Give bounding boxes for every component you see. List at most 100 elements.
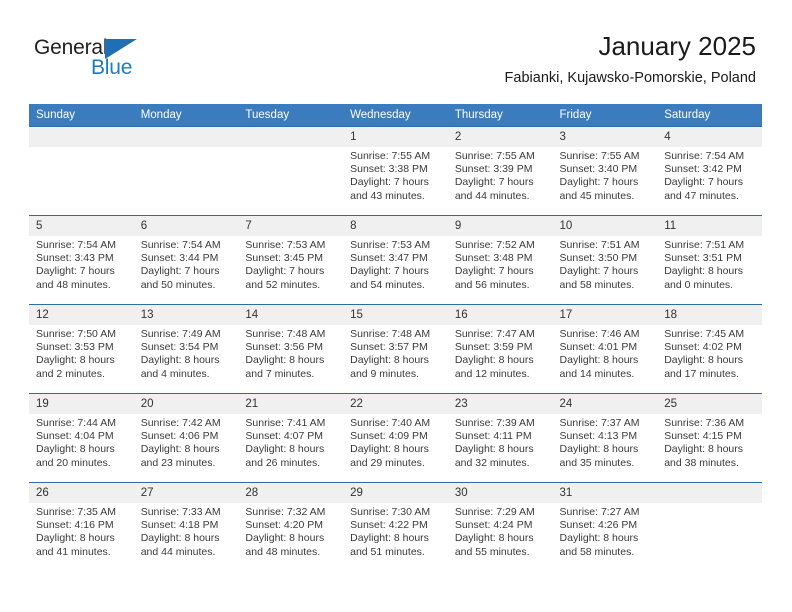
- day-number: 26: [29, 483, 134, 503]
- calendar-day-cell[interactable]: 4 Sunrise: 7:54 AM Sunset: 3:42 PM Daylight…: [657, 126, 762, 216]
- calendar-day-cell[interactable]: 22 Sunrise: 7:40 AM Sunset: 4:09 PM Dayligh…: [343, 393, 448, 483]
- daylight-text-line1: Daylight: 7 hours: [664, 176, 744, 189]
- sunset-text: Sunset: 3:56 PM: [245, 341, 324, 354]
- sunrise-text: Sunrise: 7:53 AM: [245, 239, 326, 251]
- daylight-text-line2: and 14 minutes.: [559, 367, 635, 380]
- sunrise-text: Sunrise: 7:48 AM: [245, 328, 326, 340]
- daylight-text-line1: Daylight: 8 hours: [559, 443, 639, 456]
- calendar-day-cell[interactable]: 7 Sunrise: 7:53 AM Sunset: 3:45 PM Daylight…: [238, 215, 344, 305]
- sunset-text: Sunset: 4:02 PM: [664, 341, 742, 354]
- day-number: 25: [657, 394, 762, 414]
- day-number: 27: [133, 483, 239, 503]
- calendar-day-cell[interactable]: 23 Sunrise: 7:39 AM Sunset: 4:11 PM Dayligh…: [447, 393, 553, 483]
- calendar-page: General Blue January 2025 Fabianki, Kuja…: [0, 0, 792, 612]
- calendar-day-cell[interactable]: 26 Sunrise: 7:35 AM Sunset: 4:16 PM Dayligh…: [29, 482, 134, 572]
- day-sun-details: Sunrise: 7:41 AM Sunset: 4:07 PM Daylight:…: [238, 414, 343, 470]
- day-number: 14: [238, 305, 344, 325]
- sunrise-text: Sunrise: 7:37 AM: [559, 417, 640, 429]
- sunset-text: Sunset: 3:39 PM: [454, 163, 533, 176]
- daylight-text-line1: Daylight: 7 hours: [245, 265, 325, 278]
- day-number: 18: [657, 305, 762, 325]
- day-sun-details: Sunrise: 7:40 AM Sunset: 4:09 PM Daylight:…: [343, 414, 448, 470]
- calendar-day-cell[interactable]: 24 Sunrise: 7:37 AM Sunset: 4:13 PM Dayligh…: [552, 393, 658, 483]
- sunrise-text: Sunrise: 7:53 AM: [350, 239, 431, 251]
- daylight-text-line2: and 50 minutes.: [140, 278, 216, 291]
- daylight-text-line1: Daylight: 8 hours: [245, 443, 325, 456]
- calendar-day-cell[interactable]: 21 Sunrise: 7:41 AM Sunset: 4:07 PM Dayligh…: [238, 393, 344, 483]
- calendar-day-cell[interactable]: 11 Sunrise: 7:51 AM Sunset: 3:51 PM Dayligh…: [657, 215, 762, 305]
- daylight-text-line2: and 54 minutes.: [350, 278, 425, 291]
- calendar-day-cell[interactable]: 18 Sunrise: 7:45 AM Sunset: 4:02 PM Dayligh…: [657, 304, 762, 394]
- day-sun-details: Sunrise: 7:30 AM Sunset: 4:22 PM Daylight:…: [343, 503, 448, 559]
- weekday-header-wednesday: Wednesday: [343, 104, 448, 127]
- calendar-day-cell[interactable]: 17 Sunrise: 7:46 AM Sunset: 4:01 PM Dayligh…: [552, 304, 658, 394]
- daylight-text-line2: and 32 minutes.: [454, 456, 530, 469]
- day-number: 19: [29, 394, 134, 414]
- day-sun-details: Sunrise: 7:33 AM Sunset: 4:18 PM Daylight:…: [134, 503, 239, 559]
- daylight-text-line2: and 23 minutes.: [140, 456, 216, 469]
- calendar-day-cell[interactable]: 6 Sunrise: 7:54 AM Sunset: 3:44 PM Daylight…: [133, 215, 239, 305]
- sunrise-text: Sunrise: 7:42 AM: [140, 417, 221, 429]
- sunrise-text: Sunrise: 7:51 AM: [664, 239, 745, 251]
- calendar-day-cell[interactable]: 14 Sunrise: 7:48 AM Sunset: 3:56 PM Dayligh…: [238, 304, 344, 394]
- calendar-day-cell[interactable]: 2 Sunrise: 7:55 AM Sunset: 3:39 PM Daylight…: [447, 126, 553, 216]
- calendar-day-cell[interactable]: 13 Sunrise: 7:49 AM Sunset: 3:54 PM Dayligh…: [133, 304, 239, 394]
- sunrise-text: Sunrise: 7:30 AM: [350, 506, 431, 518]
- calendar-day-cell[interactable]: 9 Sunrise: 7:52 AM Sunset: 3:48 PM Daylight…: [447, 215, 553, 305]
- day-number: 10: [552, 216, 658, 236]
- day-number: 2: [447, 127, 553, 147]
- calendar-day-cell[interactable]: 27 Sunrise: 7:33 AM Sunset: 4:18 PM Dayligh…: [133, 482, 239, 572]
- calendar-day-cell[interactable]: 8 Sunrise: 7:53 AM Sunset: 3:47 PM Daylight…: [343, 215, 448, 305]
- day-number: [133, 127, 239, 147]
- day-sun-details: Sunrise: 7:29 AM Sunset: 4:24 PM Daylight:…: [448, 503, 553, 559]
- day-sun-details: Sunrise: 7:48 AM Sunset: 3:56 PM Daylight:…: [238, 325, 343, 381]
- day-number: 29: [343, 483, 448, 503]
- day-number: 21: [238, 394, 344, 414]
- calendar-week-row: 1 Sunrise: 7:55 AM Sunset: 3:38 PM Daylight…: [29, 126, 762, 216]
- calendar-day-cell[interactable]: 1 Sunrise: 7:55 AM Sunset: 3:38 PM Daylight…: [343, 126, 448, 216]
- calendar-day-cell[interactable]: 30 Sunrise: 7:29 AM Sunset: 4:24 PM Dayligh…: [447, 482, 553, 572]
- daylight-text-line2: and 35 minutes.: [559, 456, 635, 469]
- calendar-day-cell[interactable]: 12 Sunrise: 7:50 AM Sunset: 3:53 PM Dayligh…: [29, 304, 134, 394]
- day-number: 12: [29, 305, 134, 325]
- day-sun-details: Sunrise: 7:53 AM Sunset: 3:45 PM Daylight:…: [238, 236, 343, 292]
- daylight-text-line1: Daylight: 8 hours: [245, 532, 325, 545]
- calendar-day-cell[interactable]: 31 Sunrise: 7:27 AM Sunset: 4:26 PM Dayligh…: [552, 482, 658, 572]
- daylight-text-line1: Daylight: 7 hours: [36, 265, 115, 278]
- daylight-text-line1: Daylight: 7 hours: [454, 265, 534, 278]
- day-number: 15: [343, 305, 448, 325]
- day-number: 8: [343, 216, 448, 236]
- calendar-day-cell[interactable]: 19 Sunrise: 7:44 AM Sunset: 4:04 PM Dayligh…: [29, 393, 134, 483]
- day-sun-details: Sunrise: 7:51 AM Sunset: 3:50 PM Daylight:…: [553, 236, 658, 292]
- sunset-text: Sunset: 3:44 PM: [140, 252, 219, 265]
- calendar-day-cell[interactable]: 3 Sunrise: 7:55 AM Sunset: 3:40 PM Daylight…: [552, 126, 658, 216]
- daylight-text-line2: and 43 minutes.: [350, 189, 425, 202]
- daylight-text-line2: and 47 minutes.: [664, 189, 739, 202]
- daylight-text-line2: and 9 minutes.: [350, 367, 419, 380]
- calendar-day-cell[interactable]: 5 Sunrise: 7:54 AM Sunset: 3:43 PM Daylight…: [29, 215, 134, 305]
- calendar-day-cell[interactable]: 10 Sunrise: 7:51 AM Sunset: 3:50 PM Dayligh…: [552, 215, 658, 305]
- sunset-text: Sunset: 4:22 PM: [350, 519, 428, 532]
- daylight-text-line2: and 38 minutes.: [664, 456, 739, 469]
- sunrise-text: Sunrise: 7:39 AM: [454, 417, 535, 429]
- calendar-day-cell[interactable]: 15 Sunrise: 7:48 AM Sunset: 3:57 PM Dayligh…: [343, 304, 448, 394]
- page-title: January 2025: [598, 31, 756, 61]
- daylight-text-line1: Daylight: 7 hours: [454, 176, 534, 189]
- daylight-text-line1: Daylight: 8 hours: [245, 354, 325, 367]
- daylight-text-line1: Daylight: 8 hours: [454, 532, 534, 545]
- calendar-day-cell[interactable]: 25 Sunrise: 7:36 AM Sunset: 4:15 PM Dayligh…: [657, 393, 762, 483]
- day-sun-details: Sunrise: 7:42 AM Sunset: 4:06 PM Daylight:…: [134, 414, 239, 470]
- sunrise-text: Sunrise: 7:35 AM: [36, 506, 116, 518]
- daylight-text-line1: Daylight: 8 hours: [36, 443, 115, 456]
- sunrise-text: Sunrise: 7:51 AM: [559, 239, 640, 251]
- sunset-text: Sunset: 4:24 PM: [454, 519, 533, 532]
- daylight-text-line1: Daylight: 8 hours: [454, 354, 534, 367]
- calendar-day-cell[interactable]: 29 Sunrise: 7:30 AM Sunset: 4:22 PM Dayligh…: [343, 482, 448, 572]
- daylight-text-line1: Daylight: 8 hours: [454, 443, 534, 456]
- sunset-text: Sunset: 3:42 PM: [664, 163, 742, 176]
- calendar-day-cell[interactable]: 16 Sunrise: 7:47 AM Sunset: 3:59 PM Dayligh…: [447, 304, 553, 394]
- calendar-day-cell[interactable]: 20 Sunrise: 7:42 AM Sunset: 4:06 PM Dayligh…: [133, 393, 239, 483]
- calendar-day-cell[interactable]: 28 Sunrise: 7:32 AM Sunset: 4:20 PM Dayligh…: [238, 482, 344, 572]
- daylight-text-line2: and 12 minutes.: [454, 367, 530, 380]
- day-sun-details: Sunrise: 7:50 AM Sunset: 3:53 PM Daylight:…: [29, 325, 134, 381]
